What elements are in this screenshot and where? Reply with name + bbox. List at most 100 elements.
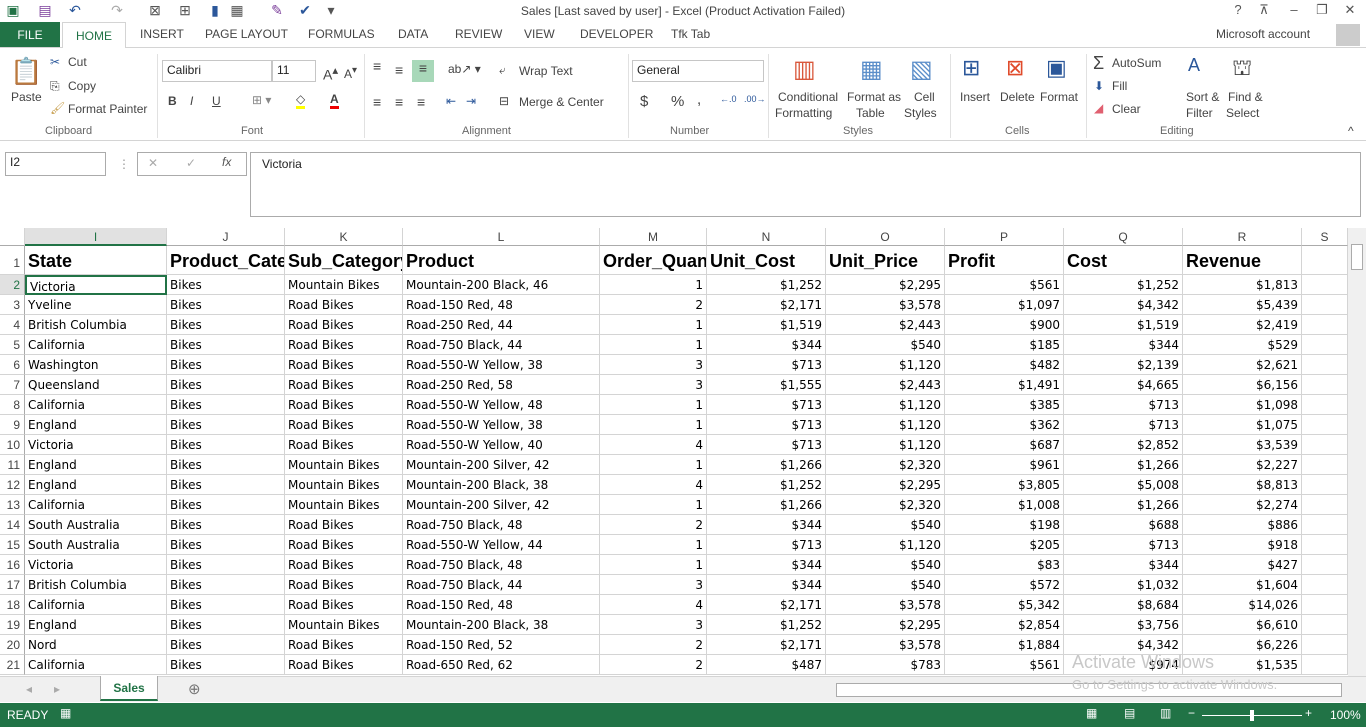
cell[interactable]: $529 — [1183, 335, 1302, 355]
column-header-J[interactable]: J — [167, 228, 285, 246]
cell[interactable]: 3 — [600, 615, 707, 635]
cell[interactable]: $344 — [1064, 555, 1183, 575]
column-header-O[interactable]: O — [826, 228, 945, 246]
cell[interactable] — [1302, 475, 1348, 495]
cell[interactable]: $2,295 — [826, 275, 945, 295]
column-title[interactable]: Unit_Price — [826, 246, 945, 275]
cell[interactable]: $1,519 — [1064, 315, 1183, 335]
row-header[interactable]: 17 — [0, 575, 25, 595]
cell[interactable]: 2 — [600, 655, 707, 675]
cell[interactable]: $1,604 — [1183, 575, 1302, 595]
column-title[interactable]: Order_Quantity — [600, 246, 707, 275]
page-layout-view-icon[interactable]: ▤ — [1124, 706, 1135, 720]
currency-button[interactable]: $ — [640, 93, 648, 110]
cell[interactable]: $540 — [826, 575, 945, 595]
cell[interactable]: California — [25, 395, 167, 415]
cell[interactable]: Road Bikes — [285, 415, 403, 435]
cell[interactable]: Road-550-W Yellow, 48 — [403, 395, 600, 415]
bold-button[interactable]: B — [168, 94, 177, 108]
cell[interactable]: $3,578 — [826, 295, 945, 315]
cell[interactable]: $1,266 — [707, 455, 826, 475]
cell[interactable]: Road-150 Red, 48 — [403, 595, 600, 615]
row-header[interactable]: 9 — [0, 415, 25, 435]
cell[interactable]: $385 — [945, 395, 1064, 415]
column-header-P[interactable]: P — [945, 228, 1064, 246]
cell[interactable]: Road-750 Black, 44 — [403, 575, 600, 595]
fill-button[interactable]: Fill — [1112, 79, 1127, 93]
cell[interactable]: Bikes — [167, 395, 285, 415]
cell[interactable]: Bikes — [167, 355, 285, 375]
insert-function-button[interactable]: fx — [222, 155, 231, 169]
cell[interactable]: $1,120 — [826, 415, 945, 435]
tab-tfk[interactable]: Tfk Tab — [671, 27, 710, 41]
cell[interactable]: $561 — [945, 655, 1064, 675]
cell[interactable]: $5,008 — [1064, 475, 1183, 495]
cell[interactable] — [1302, 355, 1348, 375]
cell[interactable]: Road Bikes — [285, 355, 403, 375]
shrink-font-icon[interactable]: A▾ — [344, 65, 357, 81]
cell[interactable]: Road Bikes — [285, 635, 403, 655]
sheet-tab-sales[interactable]: Sales — [100, 676, 158, 701]
cell[interactable]: Bikes — [167, 335, 285, 355]
cell[interactable] — [1302, 246, 1348, 275]
row-header[interactable]: 12 — [0, 475, 25, 495]
cell[interactable]: England — [25, 455, 167, 475]
cell[interactable]: Road Bikes — [285, 515, 403, 535]
insert-button[interactable]: Insert — [960, 90, 990, 104]
column-header-M[interactable]: M — [600, 228, 707, 246]
row-header[interactable]: 5 — [0, 335, 25, 355]
cell-styles-button[interactable]: Cell — [914, 90, 935, 104]
cell[interactable]: $1,252 — [707, 275, 826, 295]
cell[interactable]: $900 — [945, 315, 1064, 335]
percent-button[interactable]: % — [671, 93, 684, 110]
cell[interactable]: Bikes — [167, 535, 285, 555]
cell[interactable]: 1 — [600, 335, 707, 355]
wrap-text-button[interactable]: Wrap Text — [519, 64, 573, 78]
cell[interactable]: Road Bikes — [285, 335, 403, 355]
column-header-I[interactable]: I — [25, 228, 167, 246]
enter-icon[interactable]: ✓ — [186, 156, 196, 170]
cell[interactable]: $540 — [826, 515, 945, 535]
cell[interactable]: $1,519 — [707, 315, 826, 335]
cell[interactable] — [1302, 395, 1348, 415]
autosum-button[interactable]: AutoSum — [1112, 56, 1161, 70]
cell[interactable] — [1302, 495, 1348, 515]
macro-record-icon[interactable]: ▦ — [60, 706, 71, 720]
cell[interactable]: $1,266 — [707, 495, 826, 515]
row-header[interactable]: 4 — [0, 315, 25, 335]
cell[interactable]: Bikes — [167, 275, 285, 295]
cell[interactable]: $713 — [1064, 395, 1183, 415]
ribbon-display-icon[interactable]: ⊼ — [1252, 2, 1276, 18]
cell[interactable]: $2,295 — [826, 475, 945, 495]
cell[interactable]: Bikes — [167, 475, 285, 495]
cell[interactable]: $344 — [707, 335, 826, 355]
normal-view-icon[interactable]: ▦ — [1086, 706, 1097, 720]
cell[interactable]: $3,578 — [826, 635, 945, 655]
cell[interactable] — [1302, 315, 1348, 335]
cell[interactable]: $6,156 — [1183, 375, 1302, 395]
tab-formulas[interactable]: FORMULAS — [308, 27, 375, 41]
cell[interactable]: Bikes — [167, 575, 285, 595]
row-header[interactable]: 6 — [0, 355, 25, 375]
cell[interactable]: $2,621 — [1183, 355, 1302, 375]
cell[interactable]: Bikes — [167, 315, 285, 335]
cell[interactable]: California — [25, 595, 167, 615]
cell[interactable]: $1,097 — [945, 295, 1064, 315]
cell[interactable]: Road Bikes — [285, 535, 403, 555]
cell[interactable]: $2,419 — [1183, 315, 1302, 335]
row-header[interactable]: 1 — [0, 246, 25, 275]
cell[interactable]: Road Bikes — [285, 315, 403, 335]
cell[interactable]: 1 — [600, 555, 707, 575]
column-title[interactable]: State — [25, 246, 167, 275]
cell[interactable]: 3 — [600, 575, 707, 595]
cell[interactable]: $1,008 — [945, 495, 1064, 515]
column-header-L[interactable]: L — [403, 228, 600, 246]
row-header[interactable]: 3 — [0, 295, 25, 315]
cell[interactable]: $2,171 — [707, 635, 826, 655]
cell[interactable]: $540 — [826, 555, 945, 575]
cell-styles-label[interactable]: Styles — [904, 106, 937, 120]
paste-icon[interactable]: 📋 — [10, 56, 42, 87]
delete-button[interactable]: Delete — [1000, 90, 1035, 104]
cell[interactable]: $713 — [707, 395, 826, 415]
cell[interactable]: $362 — [945, 415, 1064, 435]
